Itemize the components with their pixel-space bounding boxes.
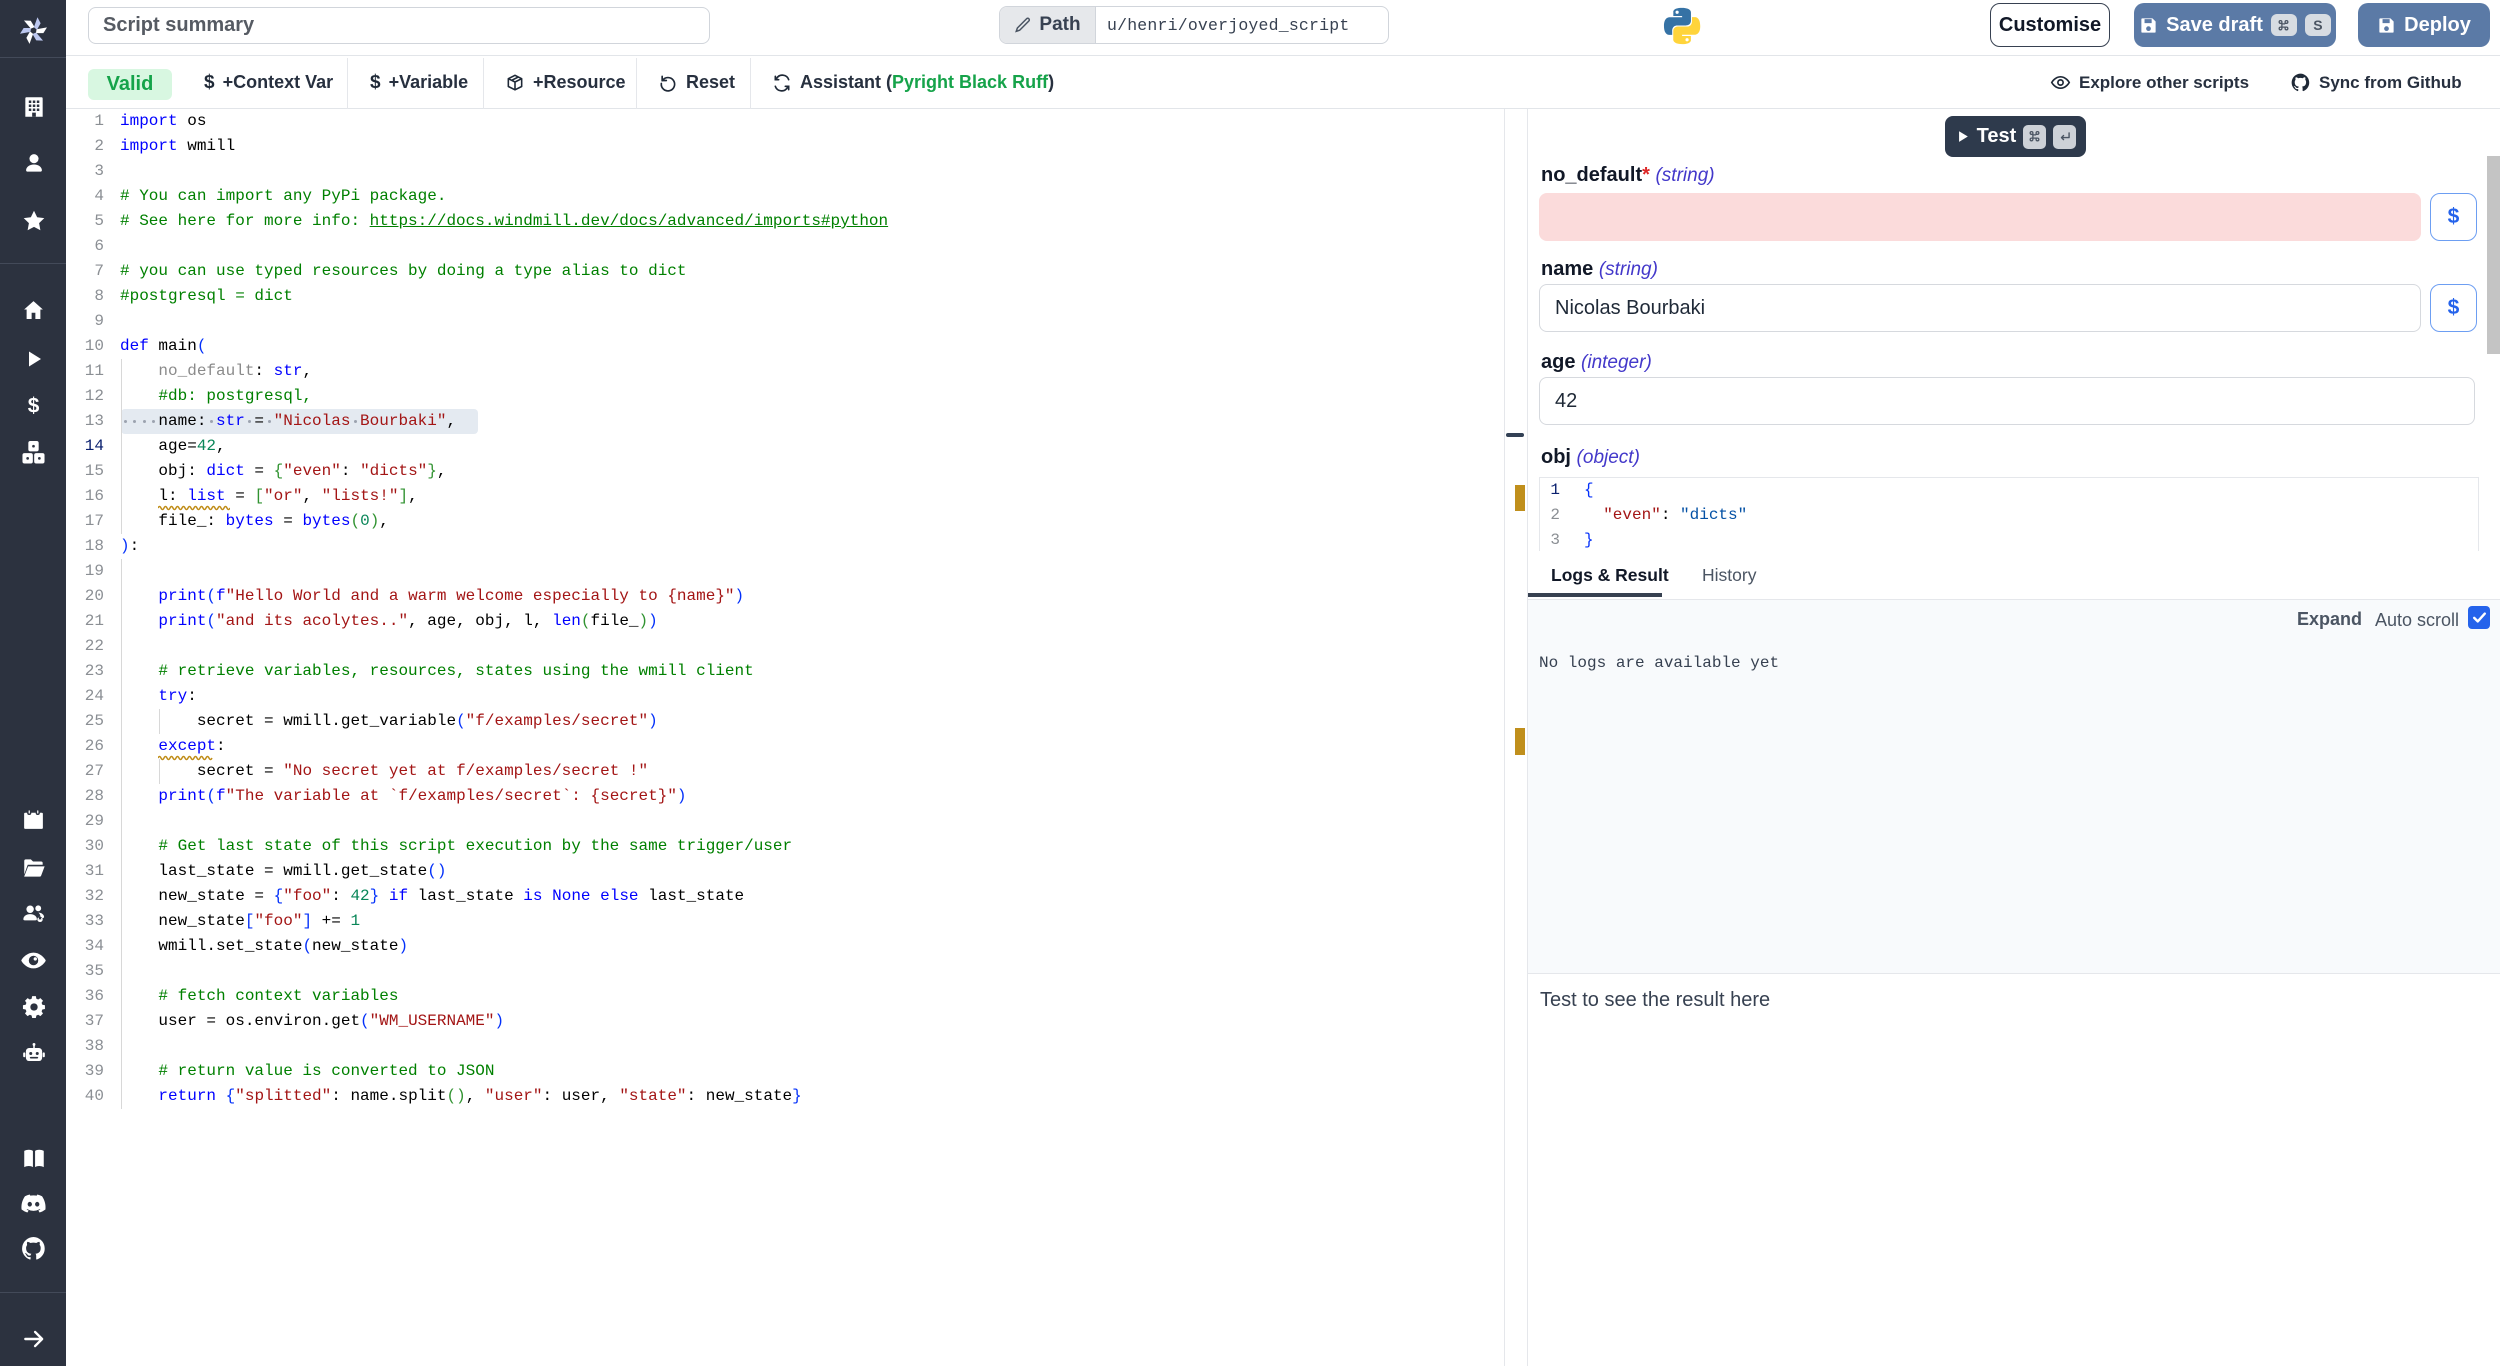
svg-text:$: $ bbox=[28, 394, 40, 417]
